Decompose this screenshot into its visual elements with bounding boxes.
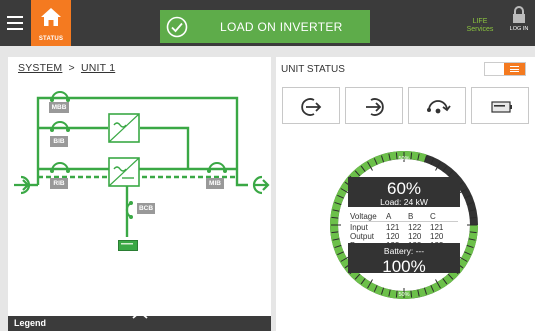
voltage-table-cell: 122 [386, 241, 400, 250]
bib-label: BIB [50, 136, 68, 147]
mbb-label: MBB [49, 102, 69, 113]
turn-on-icon [301, 98, 322, 116]
turn-on-button[interactable] [282, 87, 340, 124]
voltage-table-header: Voltage [350, 212, 377, 221]
voltage-table-header: B [408, 212, 413, 221]
transfer-to-bypass-icon [427, 100, 451, 114]
system-diagram-panel: SYSTEM > UNIT 1 MBB BIB RIB MIB BCB Lege… [8, 57, 271, 331]
voltage-table-cell: Bypass [350, 241, 376, 250]
login-button[interactable]: LOG IN [505, 6, 533, 32]
voltage-table-cell: 121 [386, 223, 400, 232]
bib-breaker-icon[interactable] [49, 120, 71, 132]
lock-icon [513, 6, 525, 23]
banner-text: LOAD ON INVERTER [220, 20, 343, 34]
list-icon [504, 63, 525, 75]
voltage-table-cell: 120 [430, 232, 444, 241]
voltage-table-cell: 120 [386, 232, 400, 241]
output-arrow-icon [252, 175, 270, 195]
mib-breaker-icon[interactable] [206, 161, 228, 173]
chevron-up-icon[interactable] [132, 311, 148, 319]
status-tab-label: STATUS [38, 36, 64, 42]
inverter-box[interactable] [108, 157, 140, 187]
menu-button[interactable] [5, 13, 25, 33]
bcb-label: BCB [137, 203, 155, 214]
one-line-diagram [26, 96, 248, 237]
bcb-breaker-icon[interactable] [121, 200, 133, 220]
menu-icon-bar [7, 28, 23, 31]
voltage-table-cell: 122 [408, 223, 422, 232]
login-label: LOG IN [509, 26, 529, 32]
legend-bar[interactable]: Legend [8, 311, 271, 331]
bypass-switch-box[interactable] [108, 113, 140, 143]
legend-label: Legend [14, 318, 47, 328]
battery-tick-label: 50% [398, 292, 409, 298]
voltage-table-cell: 122 [430, 241, 444, 250]
load-percent: 60% [387, 179, 421, 198]
transfer-to-inverter-icon [366, 98, 384, 116]
transfer-to-bypass-button[interactable] [408, 87, 466, 124]
unit-status-panel: UNIT STATUS 50% 50% 60% Load: 24 kW Batt… [276, 57, 535, 331]
battery-test-button[interactable] [471, 87, 529, 124]
mib-label: MIB [206, 178, 224, 189]
voltage-table-cell: 121 [430, 223, 444, 232]
status-tab[interactable]: STATUS [31, 0, 71, 46]
life-services-link[interactable]: LIFE Services [460, 18, 500, 34]
load-kw: Load: 24 kW [380, 197, 428, 207]
load-battery-gauge: 50% 50% 60% Load: 24 kW Battery: --- 100… [330, 151, 478, 299]
voltage-table-cell: 123 [408, 241, 422, 250]
unit-status-title: UNIT STATUS [281, 64, 345, 75]
battery-icon[interactable] [118, 240, 138, 251]
app-root: STATUS LOAD ON INVERTER LIFE Services LO… [0, 0, 535, 331]
transfer-to-inverter-button[interactable] [345, 87, 403, 124]
menu-icon-bar [7, 22, 23, 25]
input-arrow-icon [14, 175, 31, 195]
life-services-label-2: Services [466, 26, 494, 33]
home-icon [41, 8, 61, 26]
life-services-label-1: LIFE [472, 18, 488, 25]
battery-percent: 100% [382, 257, 425, 276]
check-circle-icon [166, 16, 188, 38]
rib-breaker-icon[interactable] [49, 161, 71, 173]
load-status-banner: LOAD ON INVERTER [160, 10, 370, 43]
menu-icon-bar [7, 16, 23, 19]
voltage-table-cell: Input [350, 223, 369, 232]
top-bar: STATUS LOAD ON INVERTER LIFE Services LO… [0, 0, 535, 46]
mbb-breaker-icon[interactable] [49, 90, 71, 102]
voltage-table-header: C [430, 212, 436, 221]
voltage-table-cell: Output [350, 232, 375, 241]
voltage-table-cell: 120 [408, 232, 422, 241]
view-toggle[interactable] [484, 62, 526, 76]
battery-icon [491, 101, 512, 113]
voltage-table-header: A [386, 212, 392, 221]
rib-label: RIB [50, 178, 68, 189]
load-tick-label: 50% [398, 156, 409, 162]
